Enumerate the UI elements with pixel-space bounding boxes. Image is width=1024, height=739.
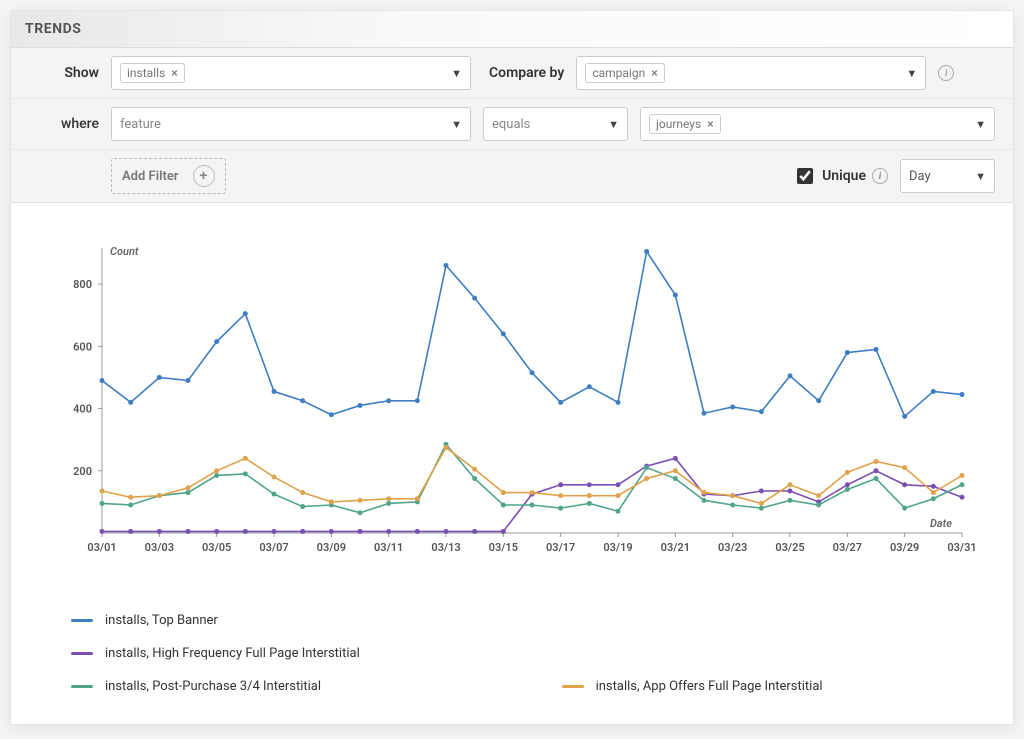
close-icon[interactable]: × <box>651 66 657 80</box>
compare-chip[interactable]: campaign × <box>585 63 664 83</box>
where-value-select[interactable]: journeys × ▼ <box>640 107 995 141</box>
svg-text:800: 800 <box>73 278 92 291</box>
svg-text:03/19: 03/19 <box>603 541 632 554</box>
unique-label: Unique <box>822 168 866 184</box>
chevron-down-icon: ▼ <box>975 118 986 131</box>
chevron-down-icon: ▼ <box>451 67 462 80</box>
legend-swatch <box>71 619 93 622</box>
filter-row-where: where feature ▼ equals ▼ journeys × ▼ <box>11 98 1013 149</box>
filter-row-show: Show installs × ▼ Compare by campaign × … <box>11 48 1013 98</box>
svg-text:200: 200 <box>73 465 92 478</box>
where-field-placeholder: feature <box>120 117 161 132</box>
svg-text:03/03: 03/03 <box>145 541 174 554</box>
legend-label: installs, High Frequency Full Page Inter… <box>105 646 360 661</box>
compare-chip-label: campaign <box>592 66 645 80</box>
legend-right-col: installs, App Offers Full Page Interstit… <box>562 613 963 694</box>
where-value-chip[interactable]: journeys × <box>649 114 721 134</box>
svg-text:03/09: 03/09 <box>317 541 346 554</box>
svg-text:03/07: 03/07 <box>259 541 288 554</box>
svg-text:Count: Count <box>110 245 139 258</box>
unique-checkbox[interactable]: Unique i <box>793 165 888 187</box>
panel-title: TRENDS <box>11 11 1013 48</box>
legend-item[interactable]: installs, High Frequency Full Page Inter… <box>71 646 562 661</box>
svg-text:Date: Date <box>930 517 952 530</box>
chevron-down-icon: ▼ <box>906 67 917 80</box>
filter-controls: Show installs × ▼ Compare by campaign × … <box>11 48 1013 203</box>
legend-swatch <box>71 652 93 655</box>
add-filter-label: Add Filter <box>122 169 179 184</box>
show-select[interactable]: installs × ▼ <box>111 56 471 90</box>
legend-swatch <box>71 685 93 688</box>
compare-select[interactable]: campaign × ▼ <box>576 56 926 90</box>
svg-text:03/15: 03/15 <box>489 541 518 554</box>
unique-checkbox-input[interactable] <box>797 168 813 184</box>
svg-text:03/25: 03/25 <box>775 541 804 554</box>
legend-item[interactable]: installs, App Offers Full Page Interstit… <box>562 679 963 694</box>
legend-label: installs, App Offers Full Page Interstit… <box>596 679 823 694</box>
show-label: Show <box>29 65 99 81</box>
info-icon[interactable]: i <box>938 65 954 81</box>
chevron-down-icon: ▼ <box>975 170 986 183</box>
trends-panel: TRENDS Show installs × ▼ Compare by camp… <box>10 10 1014 725</box>
legend-label: installs, Top Banner <box>105 613 218 628</box>
trends-chart: 200 400 600 800 Count 03/01 03/03 03/05 03/07 03/… <box>41 233 983 573</box>
granularity-value: Day <box>909 169 931 184</box>
info-icon[interactable]: i <box>872 168 888 184</box>
filter-row-options: Add Filter + Unique i Day ▼ <box>11 149 1013 202</box>
legend-label: installs, Post-Purchase 3/4 Interstitial <box>105 679 321 694</box>
legend-swatch <box>562 685 584 688</box>
plus-icon: + <box>193 165 215 187</box>
svg-text:400: 400 <box>73 403 92 416</box>
svg-text:03/05: 03/05 <box>202 541 231 554</box>
svg-text:03/31: 03/31 <box>947 541 976 554</box>
svg-text:600: 600 <box>73 340 92 353</box>
add-filter-button[interactable]: Add Filter + <box>111 158 226 194</box>
svg-text:03/13: 03/13 <box>431 541 460 554</box>
where-field-select[interactable]: feature ▼ <box>111 107 471 141</box>
svg-text:03/17: 03/17 <box>546 541 575 554</box>
svg-text:03/01: 03/01 <box>87 541 116 554</box>
svg-text:03/21: 03/21 <box>661 541 690 554</box>
show-chip[interactable]: installs × <box>120 63 185 83</box>
chart-legend: installs, Top Banner installs, High Frequ… <box>11 613 1013 724</box>
where-op-placeholder: equals <box>492 117 530 132</box>
show-chip-label: installs <box>127 66 165 80</box>
close-icon[interactable]: × <box>171 66 177 80</box>
close-icon[interactable]: × <box>707 117 713 131</box>
where-value-chip-label: journeys <box>656 117 701 131</box>
chevron-down-icon: ▼ <box>608 118 619 131</box>
granularity-select[interactable]: Day ▼ <box>900 159 995 193</box>
compare-label: Compare by <box>489 65 564 81</box>
chevron-down-icon: ▼ <box>451 118 462 131</box>
legend-left-col: installs, Top Banner installs, High Frequ… <box>71 613 562 694</box>
where-label: where <box>29 116 99 132</box>
svg-text:03/29: 03/29 <box>890 541 919 554</box>
legend-item[interactable]: installs, Post-Purchase 3/4 Interstitial <box>71 679 562 694</box>
chart-container: 200 400 600 800 Count 03/01 03/03 03/05 03/07 03/… <box>11 203 1013 613</box>
where-op-select[interactable]: equals ▼ <box>483 107 628 141</box>
svg-text:03/23: 03/23 <box>718 541 747 554</box>
svg-text:03/27: 03/27 <box>833 541 862 554</box>
svg-text:03/11: 03/11 <box>374 541 403 554</box>
legend-item[interactable]: installs, Top Banner <box>71 613 562 628</box>
